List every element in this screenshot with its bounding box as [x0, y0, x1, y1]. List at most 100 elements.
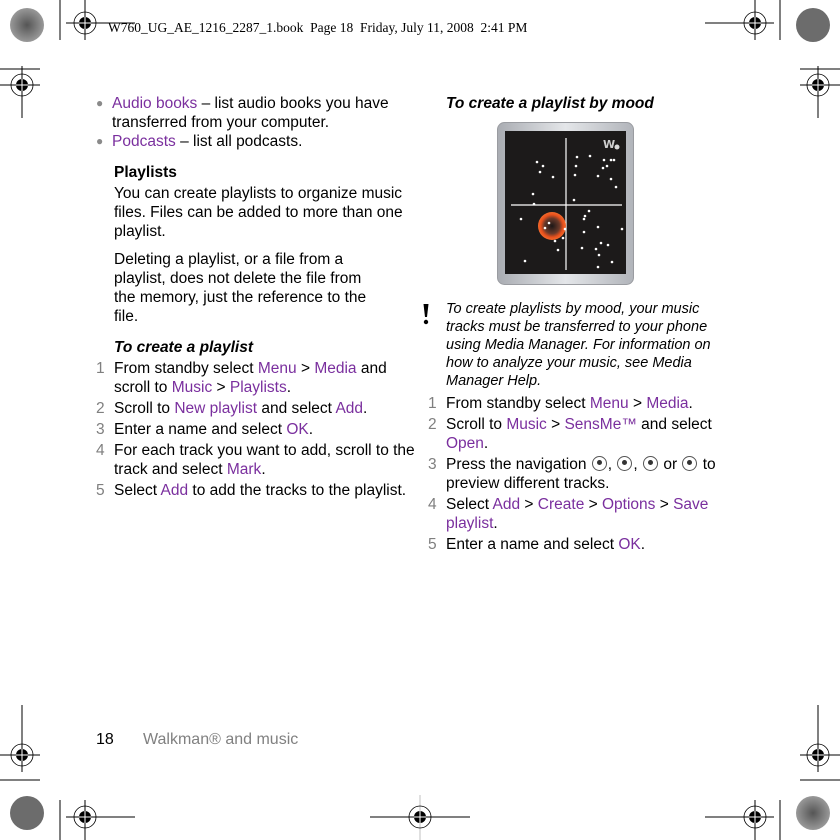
- menu-path-link[interactable]: Options: [602, 496, 655, 513]
- step-number: 3: [428, 456, 437, 473]
- track-dot: [582, 230, 586, 234]
- step-item: 4 Select Add > Create > Options > Save pl…: [428, 496, 709, 532]
- step-number: 2: [96, 400, 105, 417]
- track-dot: [620, 227, 624, 231]
- track-dot: [553, 239, 557, 243]
- note-block: To create playlists by mood, your music …: [423, 300, 748, 390]
- track-dot: [606, 243, 610, 247]
- menu-path-link[interactable]: Media: [314, 360, 356, 377]
- nav-right-key-icon: [682, 456, 698, 471]
- nav-down-key-icon: [617, 456, 633, 471]
- step-number: 3: [96, 421, 105, 438]
- menu-path-link[interactable]: Music: [506, 416, 546, 433]
- step-number: 4: [96, 442, 105, 459]
- playlist-steps: 1 From standby select Menu > Media and sc…: [96, 359, 416, 500]
- menu-path-link[interactable]: Menu: [590, 395, 629, 412]
- menu-path-link[interactable]: Menu: [258, 360, 297, 377]
- step-item: 1 From standby select Menu > Media and sc…: [96, 360, 387, 396]
- bullet-icon: ●: [96, 134, 104, 148]
- mood-selection-highlight: [538, 212, 566, 240]
- playlists-heading: Playlists: [114, 164, 177, 181]
- registration-mark-bottom-right: [705, 705, 840, 840]
- step-item: 3 Press the navigation , , or to preview …: [428, 456, 716, 492]
- right-column: To create a playlist by mood: [428, 94, 748, 113]
- delete-note: Deleting a playlist, or a file from a pl…: [114, 251, 367, 325]
- step-number: 5: [96, 482, 105, 499]
- track-dot: [612, 158, 616, 162]
- track-dot: [596, 265, 600, 269]
- track-dot: [575, 155, 579, 159]
- bullet-item: ● Podcasts – list all podcasts.: [96, 133, 303, 150]
- step-item: 3 Enter a name and select OK.: [96, 421, 314, 438]
- nav-up-key-icon: [591, 456, 607, 471]
- track-dot: [531, 192, 535, 196]
- mood-steps-container: 1 From standby select Menu > Media. 2 Scrol…: [428, 394, 748, 554]
- step-item: 1 From standby select Menu > Media.: [428, 395, 693, 412]
- bullet-item: ● Audio books – list audio books you hav…: [96, 95, 389, 131]
- audio-books-link[interactable]: Audio books: [112, 95, 197, 112]
- track-dot: [583, 214, 587, 218]
- menu-path-link[interactable]: Add: [335, 400, 363, 417]
- track-dot: [538, 170, 542, 174]
- menu-path-link[interactable]: New playlist: [174, 400, 257, 417]
- track-dot: [523, 259, 527, 263]
- track-dot: [574, 164, 578, 168]
- step-number: 1: [96, 360, 105, 377]
- track-dot: [556, 248, 560, 252]
- mood-steps: 1 From standby select Menu > Media. 2 Scrol…: [428, 394, 730, 554]
- menu-path-link[interactable]: Mark: [227, 461, 261, 478]
- left-column: ● Audio books – list audio books you hav…: [96, 94, 416, 500]
- menu-path-link[interactable]: Media: [646, 395, 688, 412]
- menu-path-link[interactable]: Create: [538, 496, 585, 513]
- menu-path-link[interactable]: SensMe™: [564, 416, 636, 433]
- track-dot: [535, 160, 539, 164]
- track-dot: [561, 236, 565, 240]
- track-dot: [610, 260, 614, 264]
- menu-path-link[interactable]: OK: [618, 536, 640, 553]
- svg-text:W: W: [603, 138, 615, 151]
- track-dot: [609, 177, 613, 181]
- nav-left-key-icon: [643, 456, 659, 471]
- step-item: 2 Scroll to New playlist and select Add.: [96, 400, 368, 417]
- step-number: 2: [428, 416, 437, 433]
- step-item: 2 Scroll to Music > SensMe™ and select Op…: [428, 416, 712, 452]
- track-dot: [543, 226, 547, 230]
- podcasts-link[interactable]: Podcasts: [112, 133, 176, 150]
- menu-path-link[interactable]: Add: [161, 482, 189, 499]
- track-dot: [547, 221, 551, 225]
- menu-path-link[interactable]: Music: [172, 379, 212, 396]
- track-dot: [519, 217, 523, 221]
- track-dot: [551, 175, 555, 179]
- track-dot: [580, 246, 584, 250]
- registration-mark-bottom-center: [370, 795, 470, 840]
- menu-path-link[interactable]: Playlists: [230, 379, 287, 396]
- procedure-title-playlist: To create a playlist: [114, 339, 253, 356]
- track-dot: [602, 158, 606, 162]
- track-dot: [541, 164, 545, 168]
- bullet-icon: ●: [96, 96, 104, 110]
- step-number: 1: [428, 395, 437, 412]
- step-item: 5 Select Add to add the tracks to the pla…: [96, 482, 407, 499]
- section-title: Walkman® and music: [143, 731, 299, 748]
- step-number: 4: [428, 496, 437, 513]
- track-dot: [572, 198, 576, 202]
- track-dot: [605, 164, 609, 168]
- step-item: 4 For each track you want to add, scroll …: [96, 442, 415, 478]
- menu-path-link[interactable]: Open: [446, 435, 484, 452]
- procedure-title-mood: To create a playlist by mood: [446, 95, 654, 112]
- sensme-mood-figure: W: [497, 122, 634, 285]
- track-dot: [582, 217, 586, 221]
- track-dot: [597, 253, 601, 257]
- bullet-list: ● Audio books – list audio books you hav…: [96, 94, 416, 151]
- step-number: 5: [428, 536, 437, 553]
- track-dot: [614, 185, 618, 189]
- page-number: 18: [96, 731, 114, 748]
- track-dot: [532, 202, 536, 206]
- menu-path-link[interactable]: Add: [493, 496, 521, 513]
- track-dot: [587, 209, 591, 213]
- registration-mark-bottom-left: [0, 705, 135, 840]
- track-dot: [599, 241, 603, 245]
- step-item: 5 Enter a name and select OK.: [428, 536, 646, 553]
- menu-path-link[interactable]: OK: [286, 421, 308, 438]
- track-dot: [601, 166, 605, 170]
